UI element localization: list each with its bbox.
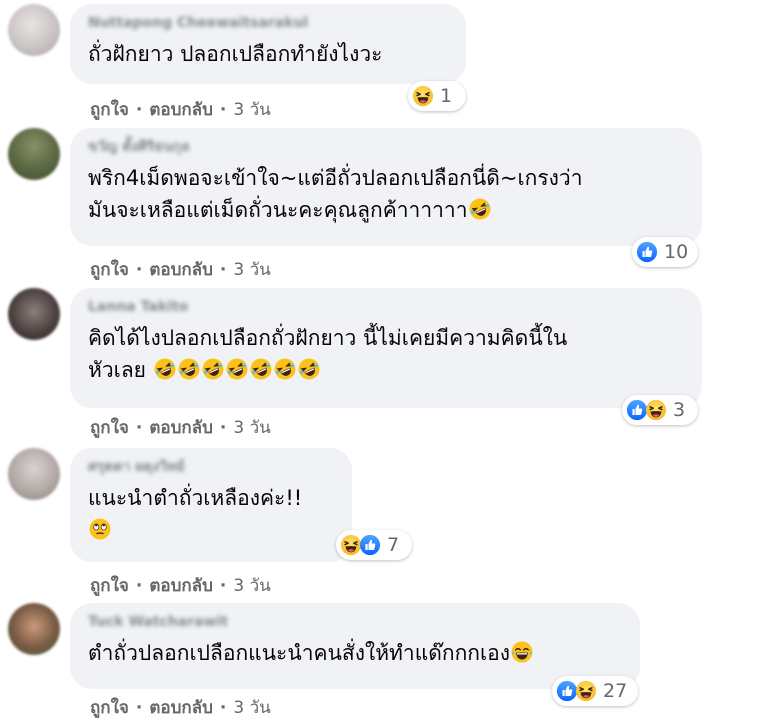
avatar[interactable] xyxy=(8,288,60,340)
separator: · xyxy=(219,259,227,280)
reaction-count: 27 xyxy=(603,680,628,702)
like-link[interactable]: ถูกใจ xyxy=(90,572,129,599)
rolling-eyes-icon xyxy=(88,517,112,541)
rofl-icon xyxy=(468,197,492,221)
comment-text-line: มันจะเหลือแต่เม็ดถั่วนะคะคุณลูกค้าาาาาา xyxy=(88,198,468,222)
like-link[interactable]: ถูกใจ xyxy=(90,96,129,123)
comment-text: คิดได้ไงปลอกเปลือกถั่วฝักยาว นี้ไม่เคยมี… xyxy=(88,322,684,386)
comment-text-line: หัวเลย xyxy=(88,358,146,382)
laughing-tears-icon xyxy=(510,640,534,664)
separator: · xyxy=(219,575,227,596)
comment-actions: ถูกใจ · ตอบกลับ · 3 วัน xyxy=(90,414,271,441)
comment-author[interactable]: Tuck Watcharawit xyxy=(88,613,622,631)
separator: · xyxy=(219,697,227,718)
rofl-icon xyxy=(249,357,273,381)
rofl-icon xyxy=(297,357,321,381)
reply-link[interactable]: ตอบกลับ xyxy=(149,572,213,599)
comment-author[interactable]: Nuttapong Cheewaitsarakul xyxy=(88,14,448,32)
like-link[interactable]: ถูกใจ xyxy=(90,414,129,441)
reaction-count: 10 xyxy=(664,241,689,263)
comment-text-line: แนะนำตำถั่วเหลืองค่ะ!! xyxy=(88,486,303,510)
reaction-summary[interactable]: 7 xyxy=(336,530,412,560)
comment-text-line: ตำถั่วปลอกเปลือกแนะนำคนสั่งให้ทำแด๊กกกเอ… xyxy=(88,641,511,665)
like-link[interactable]: ถูกใจ xyxy=(90,694,129,721)
comment-author[interactable]: Lanna Takito xyxy=(88,298,684,316)
reaction-count: 7 xyxy=(387,534,400,556)
separator: · xyxy=(219,99,227,120)
comment-actions: ถูกใจ · ตอบกลับ · 3 วัน xyxy=(90,694,271,721)
reaction-count: 3 xyxy=(673,399,686,421)
comment-text: แนะนำตำถั่วเหลืองค่ะ!! xyxy=(88,482,334,546)
haha-icon xyxy=(412,85,434,107)
haha-icon xyxy=(645,399,667,421)
rofl-icon xyxy=(273,357,297,381)
separator: · xyxy=(135,697,143,718)
comment-bubble: ศรุตตา ผดุงวิทย์ แนะนำตำถั่วเหลืองค่ะ!! xyxy=(70,448,352,562)
like-link[interactable]: ถูกใจ xyxy=(90,256,129,283)
comment-timestamp[interactable]: 3 วัน xyxy=(233,256,270,283)
comment-bubble: Tuck Watcharawit ตำถั่วปลอกเปลือกแนะนำคน… xyxy=(70,603,640,689)
rofl-icon xyxy=(201,357,225,381)
rofl-icon xyxy=(225,357,249,381)
avatar[interactable] xyxy=(8,603,60,655)
comment-author[interactable]: ศรุตตา ผดุงวิทย์ xyxy=(88,458,334,476)
separator: · xyxy=(135,575,143,596)
comment-author[interactable]: ขวัญ ตั้งศิริธนกุล xyxy=(88,138,684,156)
comment-timestamp[interactable]: 3 วัน xyxy=(233,572,270,599)
like-icon xyxy=(636,241,658,263)
comment-text: ตำถั่วปลอกเปลือกแนะนำคนสั่งให้ทำแด๊กกกเอ… xyxy=(88,637,622,669)
reply-link[interactable]: ตอบกลับ xyxy=(149,256,213,283)
separator: · xyxy=(135,99,143,120)
comment-actions: ถูกใจ · ตอบกลับ · 3 วัน xyxy=(90,256,271,283)
separator: · xyxy=(135,417,143,438)
rofl-icon xyxy=(177,357,201,381)
like-icon xyxy=(359,534,381,556)
reply-link[interactable]: ตอบกลับ xyxy=(149,414,213,441)
reaction-summary[interactable]: 1 xyxy=(408,81,466,111)
comment-text-line: คิดได้ไงปลอกเปลือกถั่วฝักยาว นี้ไม่เคยมี… xyxy=(88,326,568,350)
avatar[interactable] xyxy=(8,128,60,180)
comment-text: พริก4เม็ดพอจะเข้าใจ~แต่อีถั่วปลอกเปลือกน… xyxy=(88,162,684,226)
comment-timestamp[interactable]: 3 วัน xyxy=(233,96,270,123)
avatar[interactable] xyxy=(8,448,60,500)
comment-actions: ถูกใจ · ตอบกลับ · 3 วัน xyxy=(90,96,271,123)
reaction-count: 1 xyxy=(440,85,453,107)
comment-bubble: Lanna Takito คิดได้ไงปลอกเปลือกถั่วฝักยา… xyxy=(70,288,702,408)
comment-timestamp[interactable]: 3 วัน xyxy=(233,414,270,441)
comment-timestamp[interactable]: 3 วัน xyxy=(233,694,270,721)
separator: · xyxy=(219,417,227,438)
reaction-summary[interactable]: 10 xyxy=(632,237,698,267)
comment-text-line: พริก4เม็ดพอจะเข้าใจ~แต่อีถั่วปลอกเปลือกน… xyxy=(88,166,583,190)
comment-bubble: Nuttapong Cheewaitsarakul ถั่วฝักยาว ปลอ… xyxy=(70,4,466,84)
avatar[interactable] xyxy=(8,4,60,56)
reply-link[interactable]: ตอบกลับ xyxy=(149,96,213,123)
separator: · xyxy=(135,259,143,280)
rofl-icon xyxy=(153,357,177,381)
reaction-summary[interactable]: 27 xyxy=(552,676,638,706)
comment-actions: ถูกใจ · ตอบกลับ · 3 วัน xyxy=(90,572,271,599)
comment-bubble: ขวัญ ตั้งศิริธนกุล พริก4เม็ดพอจะเข้าใจ~แ… xyxy=(70,128,702,246)
comment-text: ถั่วฝักยาว ปลอกเปลือกทำยังไงวะ xyxy=(88,42,383,66)
reply-link[interactable]: ตอบกลับ xyxy=(149,694,213,721)
emoji-group xyxy=(153,358,321,382)
reaction-summary[interactable]: 3 xyxy=(622,395,698,425)
haha-icon xyxy=(575,680,597,702)
